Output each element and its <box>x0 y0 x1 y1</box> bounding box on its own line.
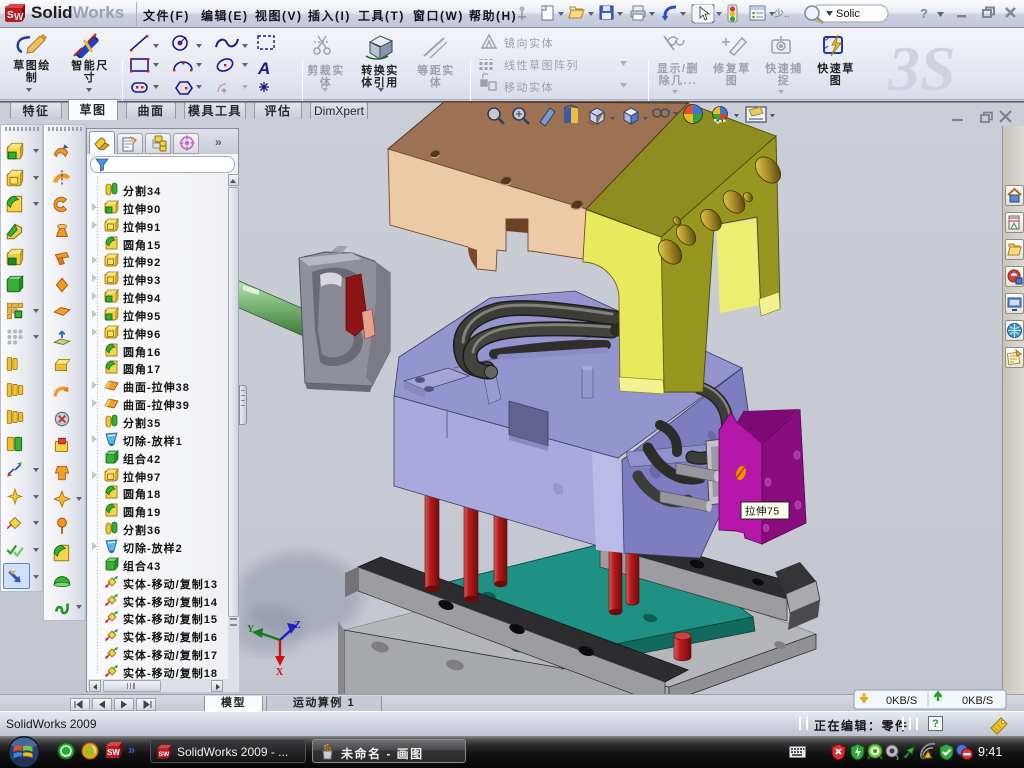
svg-text:Z: Z <box>294 620 301 631</box>
svg-text:!: ! <box>930 754 932 760</box>
svg-text:3S: 3S <box>887 33 956 98</box>
svg-text:W: W <box>14 12 24 23</box>
svg-text:S: S <box>7 10 14 21</box>
svg-text:A: A <box>257 59 270 78</box>
svg-text:Y: Y <box>247 624 255 635</box>
svg-text:镜向实体: 镜向实体 <box>504 36 554 50</box>
svg-text:拉伸75: 拉伸75 <box>745 505 780 518</box>
svg-text:SW: SW <box>107 748 120 757</box>
svg-text:?: ? <box>920 6 928 21</box>
svg-text:少..: 少.. <box>774 8 790 20</box>
svg-text:0KB/S: 0KB/S <box>962 695 993 707</box>
svg-text:线性草图阵列: 线性草图阵列 <box>504 58 579 72</box>
svg-text:移动实体: 移动实体 <box>504 80 554 94</box>
svg-text:Solic: Solic <box>836 8 860 20</box>
svg-text:X: X <box>276 667 284 678</box>
svg-text:0KB/S: 0KB/S <box>886 695 917 707</box>
svg-text:SW: SW <box>159 751 170 758</box>
